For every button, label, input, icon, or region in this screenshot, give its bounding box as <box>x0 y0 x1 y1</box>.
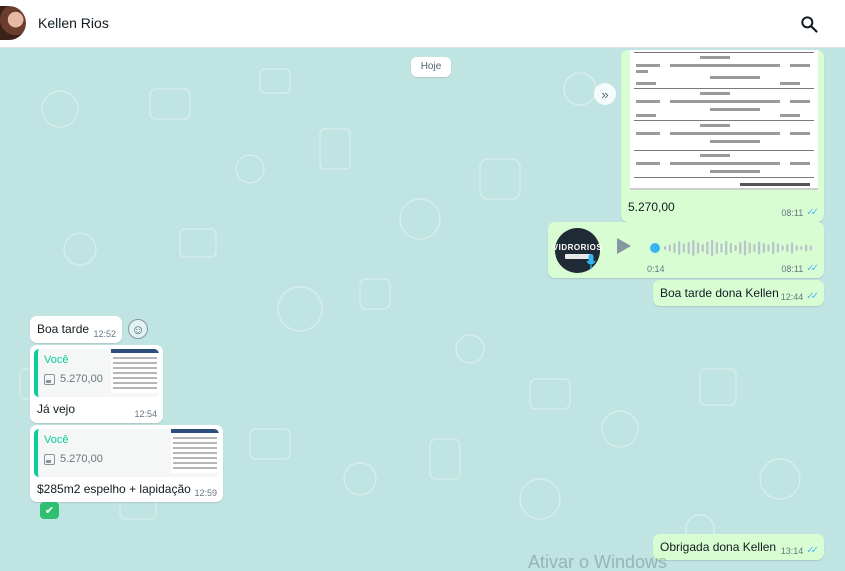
waveform-bar <box>800 246 803 250</box>
message-text: Boa tarde dona Kellen <box>660 286 779 300</box>
message-time: 08:11 <box>781 207 804 218</box>
message-text-outgoing[interactable]: Boa tarde dona Kellen 12:44 ✓✓ <box>653 280 824 306</box>
message-voice-outgoing[interactable]: VIDRORIOS 0:14 08:11 ✓✓ <box>548 222 824 278</box>
waveform-bar <box>711 239 714 257</box>
voice-duration: 0:14 <box>647 264 665 274</box>
waveform-bar <box>809 245 812 251</box>
waveform-bar <box>786 244 789 252</box>
contact-avatar[interactable] <box>0 6 26 40</box>
waveform-bar <box>739 242 742 254</box>
read-ticks-icon: ✓✓ <box>806 207 819 218</box>
waveform-bar <box>664 246 667 250</box>
microphone-icon <box>586 254 596 269</box>
message-time: 12:52 <box>93 329 116 339</box>
message-text: $285m2 espelho + lapidação <box>37 482 191 496</box>
waveform-bar <box>668 244 671 252</box>
read-ticks-icon: ✓✓ <box>806 291 819 302</box>
waveform-bar <box>725 241 728 255</box>
audio-waveform[interactable] <box>650 238 815 258</box>
message-reply-incoming[interactable]: Você 5.270,00 Já vejo 12:54 <box>30 345 163 423</box>
waveform-bar <box>772 242 775 254</box>
waveform-bar <box>795 245 798 251</box>
brand-logo-text: VIDRORIOS <box>552 242 603 252</box>
waveform-bar <box>687 242 690 254</box>
waveform-bar <box>720 243 723 253</box>
message-meta: 08:11 ✓✓ <box>781 207 819 218</box>
search-icon[interactable] <box>799 14 819 34</box>
waveform-bar <box>706 241 709 255</box>
waveform-bar <box>762 243 765 253</box>
read-ticks-icon: ✓✓ <box>806 263 819 274</box>
waveform-bar <box>748 242 751 254</box>
message-meta: 12:54 <box>134 409 157 419</box>
message-time: 12:59 <box>194 488 217 498</box>
quote-body: 5.270,00 <box>44 373 103 385</box>
read-ticks-icon: ✓✓ <box>806 545 819 556</box>
checkmark-reaction-icon[interactable]: ✔ <box>40 502 59 519</box>
waveform-bar <box>767 244 770 252</box>
message-meta: 12:44 ✓✓ <box>780 291 819 302</box>
play-icon[interactable] <box>616 237 632 255</box>
windows-activation-watermark: Ativar o Windows <box>528 552 668 571</box>
waveform-bar <box>696 242 700 254</box>
message-time: 12:54 <box>134 409 157 419</box>
quote-text: 5.270,00 <box>60 453 103 465</box>
message-time: 13:14 <box>780 545 804 556</box>
message-text-outgoing[interactable]: Obrigada dona Kellen 13:14 ✓✓ <box>653 534 824 560</box>
chat-header: Kellen Rios <box>0 0 845 48</box>
message-time: 08:11 <box>781 263 804 274</box>
waveform-bar <box>758 241 761 255</box>
waveform-bar <box>805 244 808 252</box>
waveform-bar <box>682 243 685 253</box>
waveform-bar <box>673 243 676 253</box>
message-time: 12:44 <box>780 291 804 302</box>
waveform-bar <box>678 241 681 255</box>
quote-document-image[interactable] <box>630 50 818 190</box>
image-icon <box>44 453 55 465</box>
quoted-message[interactable]: Você 5.270,00 <box>34 349 159 397</box>
message-text-incoming[interactable]: Boa tarde 12:52 <box>30 316 122 343</box>
waveform-bar <box>715 242 718 254</box>
message-reply-incoming[interactable]: Você 5.270,00 $285m2 espelho + lapidação… <box>30 425 223 502</box>
quote-author: Você <box>44 434 69 446</box>
message-meta: 12:59 <box>194 488 217 498</box>
quote-body: 5.270,00 <box>44 453 103 465</box>
waveform-bar <box>781 245 784 251</box>
message-text: Já vejo <box>37 402 76 416</box>
message-text: Obrigada dona Kellen <box>660 540 777 554</box>
message-image-outgoing[interactable]: 5.270,00 08:11 ✓✓ <box>621 50 824 222</box>
image-icon <box>44 373 55 385</box>
message-meta: 12:52 <box>93 329 116 339</box>
waveform-bar <box>753 244 756 252</box>
waveform-bar <box>692 240 695 256</box>
message-meta: 08:11 ✓✓ <box>781 263 819 274</box>
waveform-bar <box>729 243 732 253</box>
quote-author: Você <box>44 354 69 366</box>
waveform-bar <box>790 242 794 254</box>
emoji-reaction-icon[interactable]: ☺ <box>128 319 148 339</box>
quoted-message[interactable]: Você 5.270,00 <box>34 429 219 477</box>
waveform-bar <box>743 240 747 256</box>
contact-name[interactable]: Kellen Rios <box>38 15 109 31</box>
quote-thumbnail <box>111 349 159 393</box>
forward-icon[interactable]: » <box>594 83 616 105</box>
date-divider: Hoje <box>411 57 451 77</box>
message-text: Boa tarde <box>37 322 90 336</box>
image-caption: 5.270,00 <box>628 200 675 214</box>
waveform-bar <box>776 243 779 253</box>
waveform-bar <box>734 245 737 251</box>
quote-thumbnail <box>171 429 219 473</box>
quote-text: 5.270,00 <box>60 373 103 385</box>
waveform-bar <box>701 244 704 252</box>
message-meta: 13:14 ✓✓ <box>780 545 819 556</box>
